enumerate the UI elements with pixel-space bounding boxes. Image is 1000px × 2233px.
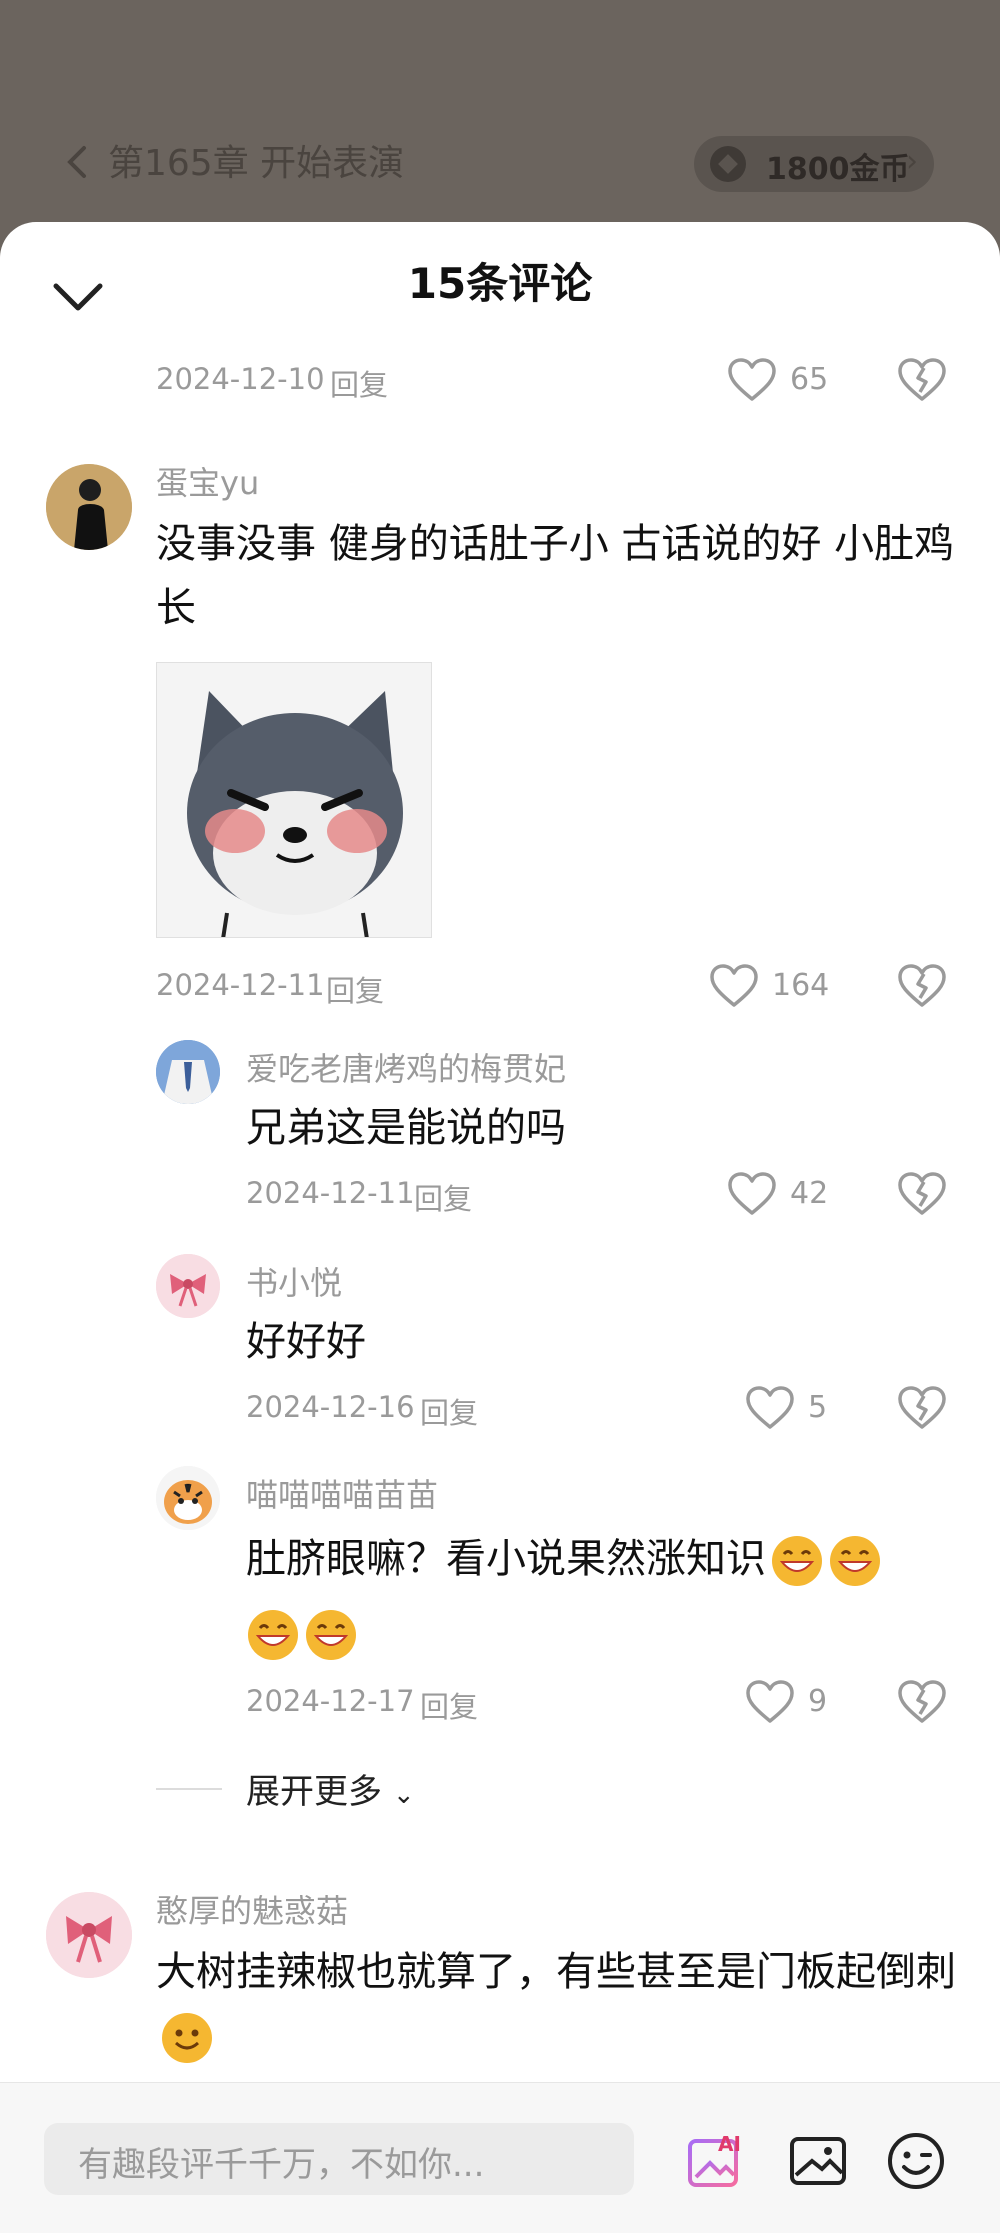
chevron-right-icon: › xyxy=(906,144,918,179)
like-count: 42 xyxy=(790,1176,829,1211)
reply-button[interactable]: 回复 xyxy=(420,1390,478,1432)
chapter-title: 第165章 开始表演 xyxy=(108,143,405,184)
broken-heart-icon[interactable] xyxy=(896,1678,948,1726)
chevron-left-icon[interactable] xyxy=(62,142,92,182)
background-header: 第165章 开始表演 1800金币 › xyxy=(0,0,1000,240)
heart-icon[interactable] xyxy=(708,962,760,1010)
like-count: 65 xyxy=(790,362,829,397)
comment-sheet: 15条评论 2024-12-10 回复 65 蛋宝yu 没事没事 健身的话肚子小… xyxy=(0,222,1000,2233)
expand-more-button[interactable]: 展开更多 ⌄ xyxy=(246,1764,415,1813)
avatar[interactable] xyxy=(156,1254,220,1318)
avatar[interactable] xyxy=(156,1466,220,1530)
reply-date: 2024-12-16 xyxy=(246,1390,415,1424)
avatar[interactable] xyxy=(46,1892,132,1978)
sheet-title: 15条评论 xyxy=(407,259,593,308)
like-count: 9 xyxy=(808,1684,828,1719)
heart-icon[interactable] xyxy=(726,356,778,404)
comment-username[interactable]: 蛋宝yu xyxy=(156,458,259,504)
grin-emoji-icon xyxy=(306,1610,356,1660)
broken-heart-icon[interactable] xyxy=(896,1170,948,1218)
reply-username[interactable]: 书小悦 xyxy=(246,1258,342,1304)
comment-input[interactable]: 有趣段评千千万，不如你... xyxy=(44,2123,634,2195)
avatar[interactable] xyxy=(46,464,132,550)
reply-button[interactable]: 回复 xyxy=(414,1176,472,1218)
comment-text: 大树挂辣椒也就算了，有些甚至是门板起倒刺 xyxy=(156,1940,976,2068)
coins-label: 1800金币 xyxy=(766,152,910,187)
comment-text-content: 大树挂辣椒也就算了，有些甚至是门板起倒刺 xyxy=(156,1949,956,1995)
ai-label: AI xyxy=(718,2132,741,2156)
comment-date: 2024-12-10 xyxy=(156,362,325,396)
reply-date: 2024-12-11 xyxy=(246,1176,415,1210)
reply-button[interactable]: 回复 xyxy=(326,968,384,1010)
grin-emoji-icon xyxy=(248,1610,298,1660)
like-count: 164 xyxy=(772,968,830,1003)
heart-icon[interactable] xyxy=(744,1678,796,1726)
comment-text: 没事没事 健身的话肚子小 古话说的好 小肚鸡长 xyxy=(156,521,955,631)
comment-date: 2024-12-11 xyxy=(156,968,325,1002)
grin-emoji-icon xyxy=(772,1536,822,1586)
smile-emoji-icon xyxy=(162,2013,212,2063)
coin-icon xyxy=(710,146,746,182)
comment-sticker-image[interactable] xyxy=(156,662,432,938)
reply-date: 2024-12-17 xyxy=(246,1684,415,1718)
comment-username[interactable]: 憨厚的魅惑菇 xyxy=(156,1886,348,1932)
reply-text-content: 肚脐眼嘛？看小说果然涨知识 xyxy=(246,1536,766,1582)
reply-button[interactable]: 回复 xyxy=(330,362,388,404)
broken-heart-icon[interactable] xyxy=(896,356,948,404)
heart-icon[interactable] xyxy=(744,1384,796,1432)
reply-text: 肚脐眼嘛？看小说果然涨知识 xyxy=(246,1522,966,1670)
reply-username[interactable]: 爱吃老唐烤鸡的梅贯妃 xyxy=(246,1044,566,1090)
emoji-icon[interactable] xyxy=(886,2131,946,2191)
reply-button[interactable]: 回复 xyxy=(420,1684,478,1726)
expand-more-label: 展开更多 xyxy=(246,1772,382,1812)
image-icon[interactable] xyxy=(788,2131,848,2191)
chevron-down-icon: ⌄ xyxy=(392,1780,415,1810)
comment-input-bar: 有趣段评千千万，不如你... AI xyxy=(0,2082,1000,2233)
ai-icon[interactable]: AI xyxy=(686,2131,746,2191)
broken-heart-icon[interactable] xyxy=(896,962,948,1010)
reply-text: 兄弟这是能说的吗 xyxy=(246,1105,566,1151)
heart-icon[interactable] xyxy=(726,1170,778,1218)
reply-text: 好好好 xyxy=(246,1319,366,1365)
coins-pill[interactable]: 1800金币 › xyxy=(694,136,934,192)
grin-emoji-icon xyxy=(830,1536,880,1586)
broken-heart-icon[interactable] xyxy=(896,1384,948,1432)
expand-divider xyxy=(156,1788,222,1790)
like-count: 5 xyxy=(808,1390,828,1425)
reply-username[interactable]: 喵喵喵喵苗苗 xyxy=(246,1470,438,1516)
avatar[interactable] xyxy=(156,1040,220,1104)
